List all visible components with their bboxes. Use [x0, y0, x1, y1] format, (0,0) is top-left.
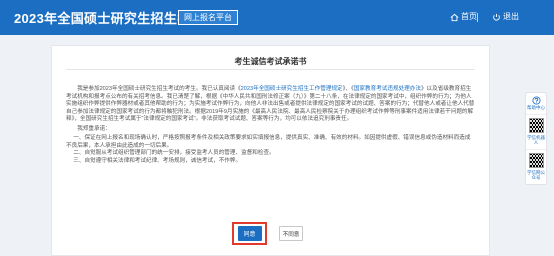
agree-button[interactable]: 同意: [237, 226, 262, 241]
top-header: 2023年全国硕士研究生招生考试 网上报名平台 首页 退出: [0, 0, 554, 35]
home-icon: [450, 13, 459, 21]
home-label: 首页: [461, 12, 477, 21]
robot-label: 学信机器人: [527, 134, 545, 146]
help-center-label: 帮助中心: [527, 105, 545, 110]
disagree-button[interactable]: 不同意: [279, 226, 303, 241]
right-sidebar: 帮助中心 学信机器人 学信网公众号: [525, 92, 547, 185]
regulation-link[interactable]: 2023年全国硕士研究生招生工作管理规定: [241, 86, 343, 92]
wechat-qr-code: [528, 152, 544, 168]
help-icon: [531, 96, 541, 105]
help-center-link[interactable]: 帮助中心: [526, 93, 546, 115]
logout-icon: [493, 13, 500, 21]
nav-divider: [477, 13, 478, 22]
page-title: 2023年全国硕士研究生招生考试: [14, 11, 204, 26]
pledge-heading: 我郑重承诺：: [77, 125, 111, 132]
title-divider: [66, 69, 475, 70]
violation-rules-link[interactable]: 国家教育考试违规处理办法: [354, 86, 421, 92]
intro-paragraph: 我是参加2023年全国硕士研究生招生考试的考生。我已认真阅读《2023年全国硕士…: [66, 86, 475, 124]
exit-label: 退出: [503, 12, 519, 21]
pledge-body: 我是参加2023年全国硕士研究生招生考试的考生。我已认真阅读《2023年全国硕士…: [66, 86, 475, 165]
pledge-item: 三、自觉遵守相关法律和考试纪律、考场规则，诚信考试，不作弊。: [73, 157, 242, 164]
platform-badge: 网上报名平台: [178, 10, 238, 25]
pledge-item: 二、自觉服从考试组织管理部门的统一安排，接受监考人员的管理、监督和检查。: [73, 150, 275, 157]
exit-link[interactable]: 退出: [492, 12, 519, 22]
agree-highlight: 同意: [232, 222, 267, 245]
home-link[interactable]: 首页: [450, 12, 477, 22]
robot-qr-item[interactable]: 学信机器人: [526, 115, 546, 150]
intro-text-mid: 》、《: [342, 86, 354, 92]
pledge-card: 考生诚信考试承诺书 我是参加2023年全国硕士研究生招生考试的考生。我已认真阅读…: [51, 45, 490, 256]
robot-qr-code: [528, 117, 544, 133]
wechat-label: 学信网公众号: [527, 169, 545, 181]
intro-text-a: 我是参加2023年全国硕士研究生招生考试的考生。我已认真阅读《: [77, 86, 241, 92]
pledge-title: 考生诚信考试承诺书: [234, 57, 307, 66]
wechat-qr-item[interactable]: 学信网公众号: [526, 150, 546, 184]
action-buttons: 同意 不同意: [232, 222, 303, 245]
pledge-item: 一、保证在网上报名和现场确认时，严格按照报考条件及相关政策要求如实填报信息，提供…: [66, 135, 471, 149]
